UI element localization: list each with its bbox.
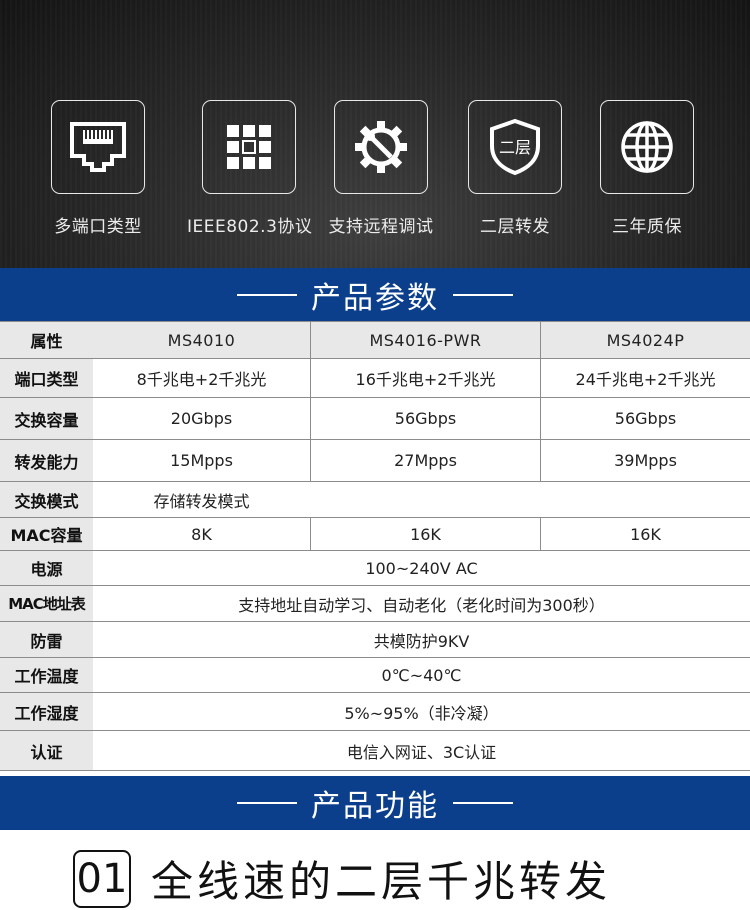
row-label: 交换容量 [0, 398, 93, 439]
model-header: MS4016-PWR [310, 322, 540, 358]
row-value: 39Mpps [540, 440, 750, 481]
feature-icon-box [202, 100, 296, 194]
row-value: 电信入网证、3C认证 [346, 742, 497, 762]
row-value: 8千兆电+2千兆光 [136, 370, 267, 389]
row-value: 20Gbps [170, 409, 233, 428]
hero-banner: 多端口类型 IEEE802.3协议 支持远程调试 二层 二层转发 三年质保 [0, 0, 750, 268]
row-value: 16K [540, 518, 750, 550]
row-value: 5%~95%（非冷凝） [344, 703, 499, 723]
feature-warranty: 三年质保 [585, 100, 709, 237]
band-decor-line [237, 293, 297, 296]
shield-icon: 二层 [490, 118, 540, 176]
table-row: MAC地址表 支持地址自动学习、自动老化（老化时间为300秒） [0, 586, 750, 622]
row-value: 16K [310, 518, 540, 550]
table-row: MAC容量 8K 16K 16K [0, 518, 750, 551]
row-value: 56Gbps [310, 398, 540, 439]
feature-icon-box [334, 100, 428, 194]
feature-label: 三年质保 [612, 217, 682, 237]
row-label: 认证 [0, 731, 93, 770]
row-label: MAC容量 [0, 518, 93, 550]
row-label: 电源 [0, 551, 93, 585]
row-value: 56Gbps [540, 398, 750, 439]
model-header: MS4010 [93, 322, 310, 358]
specs-table: 属性 MS4010 MS4016-PWR MS4024P 端口类型 8千兆电+2… [0, 321, 750, 771]
row-value: 16千兆电+2千兆光 [310, 359, 540, 397]
row-value: 15Mpps [170, 451, 233, 470]
table-row: 交换模式 存储转发模式 [0, 482, 750, 518]
row-value: 27Mpps [310, 440, 540, 481]
row-value: 8K [191, 524, 212, 544]
function-section-title: 产品功能 [311, 789, 439, 824]
row-value: 支持地址自动学习、自动老化（老化时间为300秒） [238, 595, 605, 615]
feature-remote-debug: 支持远程调试 [319, 100, 443, 237]
band-decor-line [453, 293, 513, 296]
table-row: 认证 电信入网证、3C认证 [0, 731, 750, 771]
params-section-title: 产品参数 [311, 280, 439, 316]
row-label: MAC地址表 [0, 586, 93, 621]
row-label: 转发能力 [0, 440, 93, 481]
table-row: 交换容量 20Gbps 56Gbps 56Gbps [0, 398, 750, 440]
row-value: 共模防护9KV [373, 631, 470, 651]
params-section-band: 产品参数 [0, 268, 750, 321]
feature-multi-port: 多端口类型 [36, 100, 160, 237]
chip-grid-icon [227, 125, 271, 169]
row-value: 0℃~40℃ [381, 665, 462, 685]
table-row: 工作温度 0℃~40℃ [0, 658, 750, 693]
table-row: 端口类型 8千兆电+2千兆光 16千兆电+2千兆光 24千兆电+2千兆光 [0, 359, 750, 398]
globe-icon [621, 121, 673, 173]
row-label: 工作湿度 [0, 693, 93, 730]
wrench-gear-icon [355, 121, 407, 173]
function-section-band: 产品功能 [0, 776, 750, 830]
row-value: 100~240V AC [365, 558, 478, 578]
row-label: 防雷 [0, 622, 93, 657]
table-header-row: 属性 MS4010 MS4016-PWR MS4024P [0, 321, 750, 359]
feature-label: 支持远程调试 [328, 217, 434, 237]
feature-label: IEEE802.3协议 [187, 217, 313, 237]
feature-headline: 01 全线速的二层千兆转发 [73, 848, 611, 909]
table-row: 工作湿度 5%~95%（非冷凝） [0, 693, 750, 731]
row-value: 24千兆电+2千兆光 [540, 359, 750, 397]
feature-label: 二层转发 [480, 217, 550, 237]
model-header: MS4024P [540, 322, 750, 358]
band-decor-line [237, 802, 297, 804]
row-value: 存储转发模式 [153, 491, 250, 511]
feature-icon-box [600, 100, 694, 194]
headline-number: 01 [73, 849, 131, 908]
feature-layer2-forward: 二层 二层转发 [453, 100, 577, 237]
row-label: 端口类型 [0, 359, 93, 397]
feature-icon-box [51, 100, 145, 194]
band-decor-line [453, 802, 513, 804]
row-label: 交换模式 [0, 482, 93, 517]
table-row: 防雷 共模防护9KV [0, 622, 750, 658]
row-label: 工作温度 [0, 658, 93, 692]
table-row: 转发能力 15Mpps 27Mpps 39Mpps [0, 440, 750, 482]
feature-label: 多端口类型 [54, 217, 142, 237]
header-label: 属性 [0, 322, 93, 358]
feature-icon-box: 二层 [468, 100, 562, 194]
headline-text: 全线速的二层千兆转发 [151, 857, 612, 906]
feature-ieee-protocol: IEEE802.3协议 [187, 100, 313, 237]
ethernet-port-icon [70, 122, 126, 172]
shield-icon-text: 二层 [499, 138, 531, 157]
table-row: 电源 100~240V AC [0, 551, 750, 586]
